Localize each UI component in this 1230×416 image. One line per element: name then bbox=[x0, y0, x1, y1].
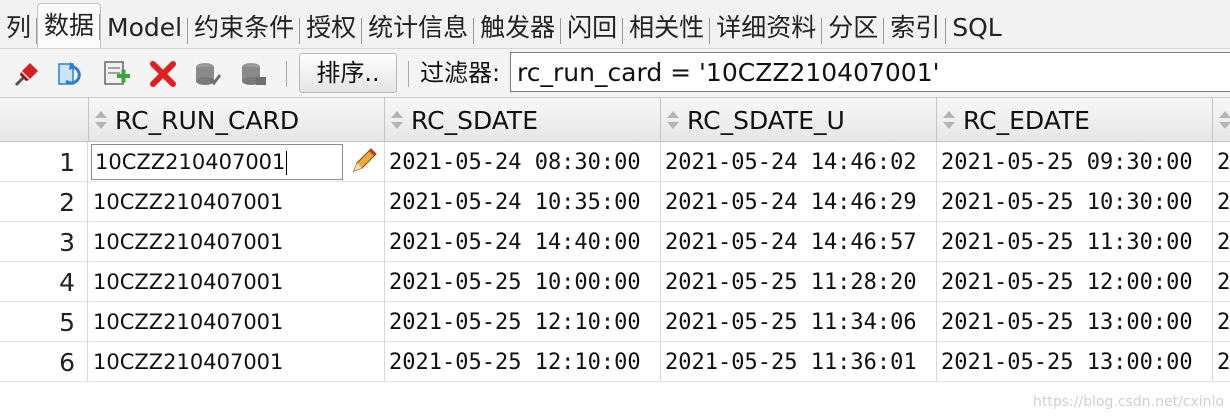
cell-rc-sdate-u[interactable]: 2021-05-24 14:46:29 bbox=[661, 182, 937, 222]
pin-icon[interactable] bbox=[12, 59, 42, 89]
sort-arrows-icon bbox=[943, 111, 955, 129]
sort-button[interactable]: 排序.. bbox=[299, 53, 397, 93]
row-number: 2 bbox=[0, 182, 88, 222]
tab-columns[interactable]: 列 bbox=[0, 8, 38, 48]
toolbar-divider bbox=[408, 61, 409, 87]
column-header-rc-edate[interactable]: RC_EDATE bbox=[937, 98, 1213, 141]
cell-rc-run-card[interactable]: 10CZZ210407001 bbox=[89, 222, 385, 262]
sort-arrows-icon bbox=[1219, 111, 1230, 129]
rollback-icon[interactable] bbox=[238, 59, 268, 89]
sort-arrows-icon bbox=[95, 111, 107, 129]
cell-rc-edate[interactable]: 2021-05-25 13:00:00 bbox=[937, 342, 1213, 382]
cell-rc-sdate[interactable]: 2021-05-25 12:10:00 bbox=[385, 342, 661, 382]
tab-sql[interactable]: SQL bbox=[946, 8, 1007, 48]
grid-header: RC_RUN_CARD RC_SDATE RC_SDATE_U RC_EDATE bbox=[0, 98, 1230, 142]
row-number: 4 bbox=[0, 262, 88, 302]
row-number-header bbox=[0, 98, 89, 141]
table-row[interactable]: 1 10CZZ210407001 2021-05-24 08:30:00 202… bbox=[0, 142, 1230, 182]
sort-arrows-icon bbox=[667, 111, 679, 129]
refresh-icon[interactable] bbox=[56, 59, 86, 89]
toolbar-divider bbox=[286, 61, 287, 87]
insert-row-icon[interactable] bbox=[102, 59, 132, 89]
tab-details[interactable]: 详细资料 bbox=[710, 8, 823, 48]
data-toolbar: 排序.. 过滤器: bbox=[0, 49, 1230, 98]
column-header-rc-sdate[interactable]: RC_SDATE bbox=[385, 98, 661, 141]
table-row[interactable]: 4 10CZZ210407001 2021-05-25 10:00:00 202… bbox=[0, 262, 1230, 302]
column-header-label: RC_SDATE_U bbox=[687, 106, 845, 135]
row-number: 6 bbox=[0, 342, 88, 382]
cell-rc-sdate-u[interactable]: 2021-05-25 11:28:20 bbox=[661, 262, 937, 302]
row-number: 3 bbox=[0, 222, 88, 262]
cell-rc-sdate[interactable]: 2021-05-24 14:40:00 bbox=[385, 222, 661, 262]
tab-data[interactable]: 数据 bbox=[37, 3, 102, 48]
delete-row-icon[interactable] bbox=[148, 59, 178, 89]
cell-rc-sdate[interactable]: 2021-05-25 10:00:00 bbox=[385, 262, 661, 302]
column-header-label: RC_EDATE bbox=[963, 106, 1090, 135]
tab-bar: 列 数据 Model 约束条件 授权 统计信息 触发器 闪回 相关性 详细资料 … bbox=[0, 0, 1230, 49]
cell-rc-edate[interactable]: 2021-05-25 11:30:00 bbox=[937, 222, 1213, 262]
cell-rc-sdate-u[interactable]: 2021-05-25 11:34:06 bbox=[661, 302, 937, 342]
pencil-icon[interactable] bbox=[348, 145, 380, 177]
tab-flashback[interactable]: 闪回 bbox=[561, 8, 624, 48]
cell-rc-edate[interactable]: 2021-05-25 13:00:00 bbox=[937, 302, 1213, 342]
cell-rc-sdate[interactable]: 2021-05-24 10:35:00 bbox=[385, 182, 661, 222]
column-header-label: RC_RUN_CARD bbox=[115, 106, 300, 135]
table-row[interactable]: 5 10CZZ210407001 2021-05-25 12:10:00 202… bbox=[0, 302, 1230, 342]
text-caret bbox=[286, 151, 288, 175]
cell-rc-edate[interactable]: 2021-05-25 12:00:00 bbox=[937, 262, 1213, 302]
tab-dependencies[interactable]: 相关性 bbox=[623, 8, 711, 48]
cell-editor-value: 10CZZ210407001 bbox=[95, 150, 286, 174]
sort-arrows-icon bbox=[391, 111, 403, 129]
cell-partial[interactable]: 2 bbox=[1213, 302, 1230, 342]
row-number: 5 bbox=[0, 302, 88, 342]
tab-grants[interactable]: 授权 bbox=[300, 8, 363, 48]
cell-partial[interactable]: 2 bbox=[1213, 342, 1230, 382]
tab-triggers[interactable]: 触发器 bbox=[474, 8, 562, 48]
table-row[interactable]: 3 10CZZ210407001 2021-05-24 14:40:00 202… bbox=[0, 222, 1230, 262]
row-number: 1 bbox=[0, 142, 88, 182]
tab-partitions[interactable]: 分区 bbox=[822, 8, 885, 48]
cell-partial[interactable]: 2 bbox=[1213, 142, 1230, 182]
cell-partial[interactable]: 2 bbox=[1213, 222, 1230, 262]
column-header-rc-run-card[interactable]: RC_RUN_CARD bbox=[89, 98, 385, 141]
cell-partial[interactable]: 2 bbox=[1213, 182, 1230, 222]
tab-model[interactable]: Model bbox=[101, 8, 189, 48]
cell-rc-run-card[interactable]: 10CZZ210407001 bbox=[89, 182, 385, 222]
cell-editor-input[interactable]: 10CZZ210407001 bbox=[91, 144, 343, 180]
tab-constraints[interactable]: 约束条件 bbox=[188, 8, 301, 48]
cell-rc-sdate[interactable]: 2021-05-24 08:30:00 bbox=[385, 142, 661, 182]
tab-statistics[interactable]: 统计信息 bbox=[362, 8, 475, 48]
filter-label: 过滤器: bbox=[420, 59, 501, 87]
filter-input[interactable] bbox=[510, 52, 1230, 92]
tab-indexes[interactable]: 索引 bbox=[884, 8, 947, 48]
cell-rc-run-card[interactable]: 10CZZ210407001 bbox=[89, 302, 385, 342]
column-header-label: RC_SDATE bbox=[411, 106, 538, 135]
cell-rc-run-card[interactable]: 10CZZ210407001 bbox=[89, 342, 385, 382]
cell-rc-sdate-u[interactable]: 2021-05-25 11:36:01 bbox=[661, 342, 937, 382]
cell-rc-sdate-u[interactable]: 2021-05-24 14:46:57 bbox=[661, 222, 937, 262]
cell-rc-sdate-u[interactable]: 2021-05-24 14:46:02 bbox=[661, 142, 937, 182]
cell-rc-edate[interactable]: 2021-05-25 10:30:00 bbox=[937, 182, 1213, 222]
table-row[interactable]: 6 10CZZ210407001 2021-05-25 12:10:00 202… bbox=[0, 342, 1230, 382]
column-header-rc-sdate-u[interactable]: RC_SDATE_U bbox=[661, 98, 937, 141]
cell-rc-edate[interactable]: 2021-05-25 09:30:00 bbox=[937, 142, 1213, 182]
cell-rc-run-card[interactable]: 10CZZ210407001 bbox=[89, 262, 385, 302]
commit-icon[interactable] bbox=[192, 59, 222, 89]
cell-rc-sdate[interactable]: 2021-05-25 12:10:00 bbox=[385, 302, 661, 342]
watermark-text: https://blog.csdn.net/cxinlo bbox=[1033, 394, 1224, 410]
cell-partial[interactable]: 2 bbox=[1213, 262, 1230, 302]
column-header-partial[interactable] bbox=[1213, 98, 1230, 141]
table-row[interactable]: 2 10CZZ210407001 2021-05-24 10:35:00 202… bbox=[0, 182, 1230, 222]
